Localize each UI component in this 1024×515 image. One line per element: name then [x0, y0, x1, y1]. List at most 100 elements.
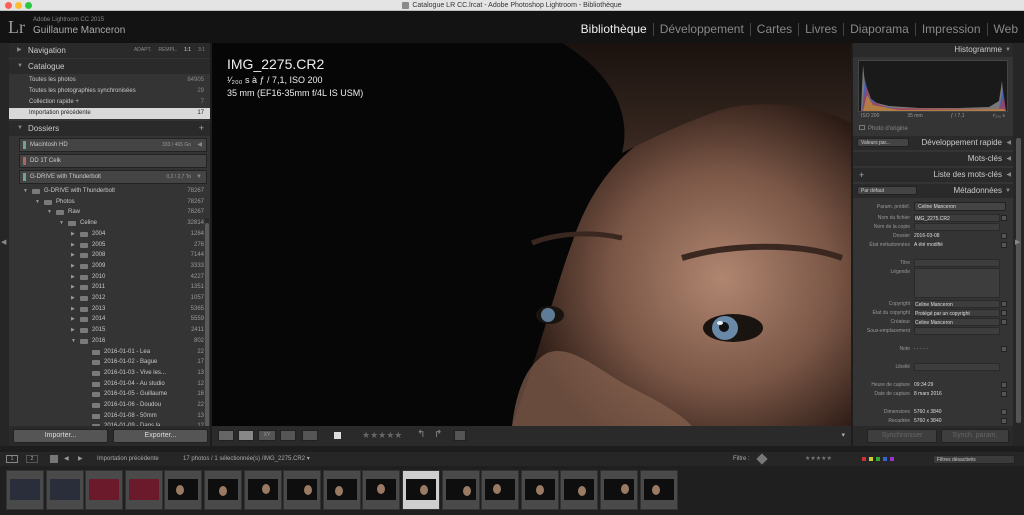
- keyword-list-header[interactable]: + Liste des mots-clés ◀: [853, 168, 1013, 182]
- folder-collapsed-icon[interactable]: ▶: [71, 304, 75, 315]
- navigation-header[interactable]: ▶ Navigation ADAPT. REMPL. 1:1 3:1: [9, 43, 210, 58]
- color-label-green-icon[interactable]: [876, 457, 880, 461]
- module-bibliotheque[interactable]: Bibliothèque: [575, 23, 654, 36]
- crop-overlay-icon[interactable]: [454, 430, 466, 441]
- sync-button[interactable]: Synchroniser: [867, 429, 937, 443]
- toolbar-menu-icon[interactable]: ▾: [841, 431, 845, 439]
- color-label-purple-icon[interactable]: [890, 457, 894, 461]
- metadata-action-icon[interactable]: [1001, 242, 1007, 248]
- filmstrip-thumbnail[interactable]: [6, 470, 44, 510]
- module-livres[interactable]: Livres: [799, 23, 845, 36]
- flag-icon[interactable]: [334, 432, 341, 439]
- metadata-action-icon[interactable]: [1001, 319, 1007, 325]
- metadata-preset-dropdown[interactable]: Celine Manceron: [914, 202, 1006, 211]
- folder-row[interactable]: ▼ Celine 32814: [9, 218, 210, 229]
- color-label-blue-icon[interactable]: [883, 457, 887, 461]
- folder-row[interactable]: ▶ 2004 1284: [9, 229, 210, 240]
- histogram-header[interactable]: Histogramme ▼: [853, 43, 1013, 57]
- metadata-value[interactable]: [914, 259, 1000, 267]
- metadata-action-icon[interactable]: [1001, 346, 1007, 352]
- folder-row[interactable]: ▼ 2016 802: [9, 336, 210, 347]
- people-view-icon[interactable]: [302, 430, 318, 441]
- quick-develop-preset-dropdown[interactable]: Valeurs par...: [857, 138, 909, 147]
- add-keyword-icon[interactable]: +: [859, 168, 864, 182]
- filmstrip-thumbnail[interactable]: [322, 470, 361, 510]
- folder-row[interactable]: 2016-01-04 - Au studio 12: [9, 379, 210, 390]
- close-window-button[interactable]: [5, 2, 12, 9]
- metadata-header[interactable]: Par défaut Métadonnées ▼: [853, 184, 1013, 198]
- compare-view-icon[interactable]: XY: [258, 430, 276, 441]
- catalogue-item-quick-collection[interactable]: Collection rapide + 7: [9, 97, 210, 108]
- nav-rempl[interactable]: REMPL.: [158, 43, 177, 58]
- filmstrip-thumbnail[interactable]: [362, 470, 401, 510]
- sync-settings-button[interactable]: Synch. param.: [941, 429, 1009, 443]
- volume-dd-1t-celk[interactable]: DD 1T Celk: [19, 154, 207, 168]
- folder-collapsed-icon[interactable]: ▶: [71, 229, 75, 240]
- folder-row[interactable]: ▶ 2012 1057: [9, 293, 210, 304]
- metadata-view-dropdown[interactable]: Par défaut: [857, 186, 917, 195]
- folder-row[interactable]: ▶ 2005 276: [9, 240, 210, 251]
- filmstrip-thumbnail[interactable]: [600, 470, 638, 510]
- catalogue-item-synced[interactable]: Toutes les photographies synchronisées 29: [9, 86, 210, 97]
- folder-row[interactable]: 2016-01-05 - Guillaume 16: [9, 389, 210, 400]
- filmstrip-thumbnail[interactable]: [283, 470, 322, 510]
- folder-collapsed-icon[interactable]: ▶: [71, 250, 75, 261]
- nav-3to1[interactable]: 3:1: [198, 43, 205, 58]
- folder-row[interactable]: ▶ 2014 5559: [9, 314, 210, 325]
- metadata-action-icon[interactable]: [1001, 391, 1007, 397]
- folder-row[interactable]: 2016-01-03 - Vive les... 13: [9, 368, 210, 379]
- flag-filter-icon[interactable]: [756, 453, 768, 465]
- module-diaporama[interactable]: Diaporama: [844, 23, 916, 36]
- folder-row[interactable]: ▼ Photos 78267: [9, 197, 210, 208]
- catalogue-header[interactable]: ▼ Catalogue: [9, 59, 210, 74]
- rotate-right-icon[interactable]: ↱: [434, 429, 442, 440]
- secondary-window-icon[interactable]: 2: [26, 455, 38, 463]
- filmstrip-thumbnail[interactable]: [639, 470, 678, 510]
- left-panel-toggle[interactable]: ◀: [0, 43, 9, 446]
- color-label-yellow-icon[interactable]: [869, 457, 873, 461]
- filter-preset-dropdown[interactable]: Filtres désactivés: [933, 455, 1015, 464]
- folder-collapsed-icon[interactable]: ▶: [71, 293, 75, 304]
- filmstrip-thumbnail[interactable]: [164, 470, 203, 510]
- filmstrip-selection-info[interactable]: 17 photos / 1 sélectionnée(s) /IMG_2275.…: [183, 452, 310, 466]
- color-label-red-icon[interactable]: [862, 457, 866, 461]
- filmstrip-thumbnail[interactable]: [85, 470, 124, 510]
- volume-g-drive[interactable]: G-DRIVE with Thunderbolt 0,2 / 2,7 To ▼: [19, 170, 207, 184]
- primary-window-icon[interactable]: 1: [6, 455, 18, 463]
- folder-row[interactable]: ▼ Raw 78267: [9, 207, 210, 218]
- folder-collapsed-icon[interactable]: ▶: [71, 272, 75, 283]
- metadata-value[interactable]: Celine Manceron: [914, 318, 1000, 326]
- folder-row[interactable]: ▶ 2013 5365: [9, 304, 210, 315]
- folder-collapsed-icon[interactable]: ▶: [71, 240, 75, 251]
- folder-expanded-icon[interactable]: ▼: [47, 207, 52, 218]
- folder-collapsed-icon[interactable]: ▶: [71, 282, 75, 293]
- forward-arrow-icon[interactable]: ▶: [78, 452, 83, 466]
- original-photo-toggle[interactable]: Photo d'origine: [859, 125, 908, 132]
- folder-row[interactable]: 2016-01-06 - Doudou 22: [9, 400, 210, 411]
- filmstrip-thumbnail[interactable]: [560, 470, 599, 510]
- loupe-view[interactable]: IMG_2275.CR2 ¹⁄₂₀₀ s à ƒ / 7,1, ISO 200 …: [212, 43, 851, 426]
- dossiers-header[interactable]: ▼ Dossiers +: [9, 121, 210, 136]
- catalogue-item-previous-import[interactable]: Importation précédente 17: [9, 108, 210, 119]
- color-label-filter[interactable]: [862, 457, 894, 461]
- folder-expanded-icon[interactable]: ▼: [35, 197, 40, 208]
- import-button[interactable]: Importer...: [13, 429, 108, 443]
- metadata-action-icon[interactable]: [1001, 418, 1007, 424]
- filmstrip-thumbnail[interactable]: [441, 470, 480, 510]
- metadata-value[interactable]: Protégé par un copyright: [914, 309, 1000, 317]
- module-impression[interactable]: Impression: [916, 23, 988, 36]
- zoom-window-button[interactable]: [25, 2, 32, 9]
- metadata-value[interactable]: [914, 327, 1000, 335]
- folder-row[interactable]: 2016-01-01 - Lea 22: [9, 347, 210, 358]
- filmstrip-thumbnail[interactable]: [124, 470, 163, 510]
- back-arrow-icon[interactable]: ◀: [64, 452, 69, 466]
- keywording-header[interactable]: Mots-clés ◀: [853, 152, 1013, 166]
- folder-row[interactable]: ▶ 2011 1351: [9, 282, 210, 293]
- grid-view-icon[interactable]: [218, 430, 234, 441]
- metadata-action-icon[interactable]: [1001, 215, 1007, 221]
- folder-row[interactable]: 2016-01-08 - 50mm 13: [9, 411, 210, 422]
- left-scrollbar-thumb[interactable]: [205, 223, 209, 443]
- add-folder-icon[interactable]: +: [199, 121, 204, 136]
- folder-row[interactable]: ▶ 2009 3333: [9, 261, 210, 272]
- grid-icon[interactable]: [50, 455, 58, 463]
